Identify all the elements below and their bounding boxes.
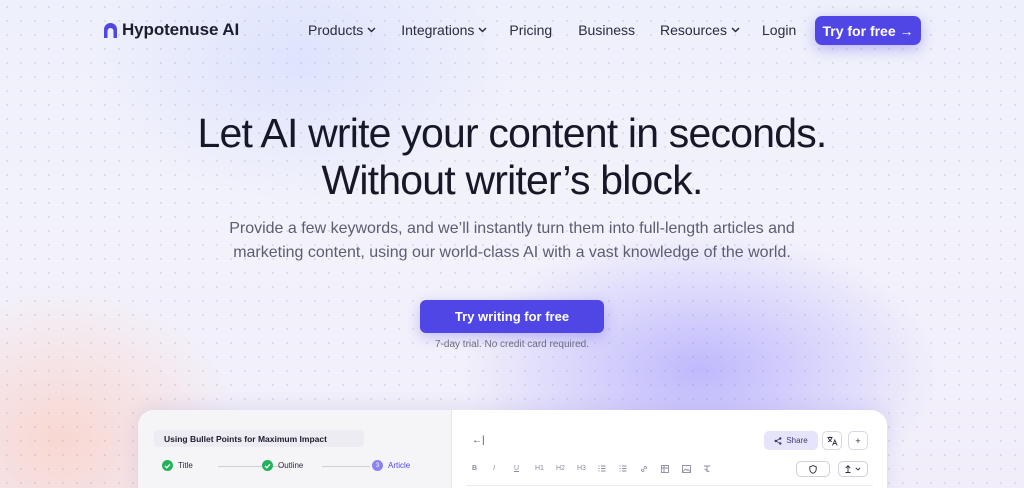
hero-title-line-1: Let AI write your content in seconds.	[197, 110, 827, 156]
brand-name: Hypotenuse AI	[122, 20, 240, 39]
step-article-label: Article	[388, 461, 411, 470]
step-article[interactable]: 3 Article	[372, 460, 410, 471]
try-for-free-button[interactable]: Try for free →	[815, 16, 921, 45]
check-icon	[262, 460, 273, 471]
clear-format-icon[interactable]	[703, 465, 724, 475]
collapse-sidebar-icon[interactable]: ←|	[472, 435, 485, 446]
preview-sidebar: Using Bullet Points for Maximum Impact T…	[138, 410, 452, 488]
chevron-down-icon	[731, 27, 740, 33]
underline-button[interactable]: U	[514, 465, 535, 475]
chevron-down-icon	[367, 27, 376, 33]
heading-3-button[interactable]: H3	[577, 465, 598, 475]
list-icon[interactable]	[598, 465, 619, 475]
bold-button[interactable]: B	[472, 465, 493, 475]
top-navbar: Hypotenuse AI Products Integrations Pric…	[0, 0, 1024, 60]
main-nav: Products Integrations Pricing Business R…	[308, 22, 740, 38]
shield-icon[interactable]	[796, 461, 830, 477]
italic-button[interactable]: I	[493, 465, 514, 475]
nav-integrations[interactable]: Integrations	[401, 22, 487, 38]
step-connector	[322, 466, 370, 467]
try-writing-for-free-button[interactable]: Try writing for free	[420, 300, 604, 333]
chevron-down-icon	[478, 27, 487, 33]
export-dropdown-button[interactable]	[838, 461, 868, 477]
nav-business[interactable]: Business	[578, 22, 635, 38]
format-toolbar: B I U H1 H2 H3	[472, 465, 724, 475]
login-link[interactable]: Login	[762, 22, 796, 38]
nav-pricing[interactable]: Pricing	[509, 22, 552, 38]
nav-integrations-label: Integrations	[401, 22, 475, 38]
nav-resources-label: Resources	[660, 22, 727, 38]
step-outline-label: Outline	[278, 461, 304, 470]
add-icon[interactable]: +	[848, 431, 868, 450]
step-title-label: Title	[178, 461, 193, 470]
heading-2-button[interactable]: H2	[556, 465, 577, 475]
export-icon	[845, 465, 851, 473]
nav-pricing-label: Pricing	[509, 22, 553, 38]
heading-1-button[interactable]: H1	[535, 465, 556, 475]
step-outline[interactable]: Outline	[262, 460, 303, 471]
nav-business-label: Business	[578, 22, 636, 38]
document-title: Using Bullet Points for Maximum Impact	[154, 430, 364, 447]
editor-pane: ←| Share + B I U H1 H2 H3	[452, 410, 887, 488]
chevron-down-icon	[855, 467, 861, 471]
trial-note: 7-day trial. No credit card required.	[435, 339, 589, 350]
toolbar-divider	[466, 485, 873, 486]
share-label: Share	[786, 436, 808, 445]
share-button[interactable]: Share	[764, 431, 818, 450]
hero-title-line-2: Without writer’s block.	[321, 157, 703, 203]
app-preview-window: Using Bullet Points for Maximum Impact T…	[138, 410, 887, 488]
image-icon[interactable]	[682, 465, 703, 475]
hero-subtitle-line-1: Provide a few keywords, and we’ll instan…	[229, 220, 795, 237]
hero-subtitle-line-2: marketing content, using our world-class…	[233, 244, 791, 261]
numbered-list-icon[interactable]	[619, 465, 640, 475]
step-number-badge: 3	[372, 460, 383, 471]
translate-icon[interactable]	[822, 431, 842, 450]
step-title[interactable]: Title	[162, 460, 193, 471]
logo-icon	[104, 23, 117, 38]
table-icon[interactable]	[661, 465, 682, 475]
nav-products[interactable]: Products	[308, 22, 376, 38]
share-icon	[774, 436, 782, 445]
nav-products-label: Products	[308, 22, 364, 38]
link-icon[interactable]	[640, 465, 661, 475]
brand-logo[interactable]: Hypotenuse AI	[103, 20, 239, 40]
nav-resources[interactable]: Resources	[660, 22, 740, 38]
check-icon	[162, 460, 173, 471]
